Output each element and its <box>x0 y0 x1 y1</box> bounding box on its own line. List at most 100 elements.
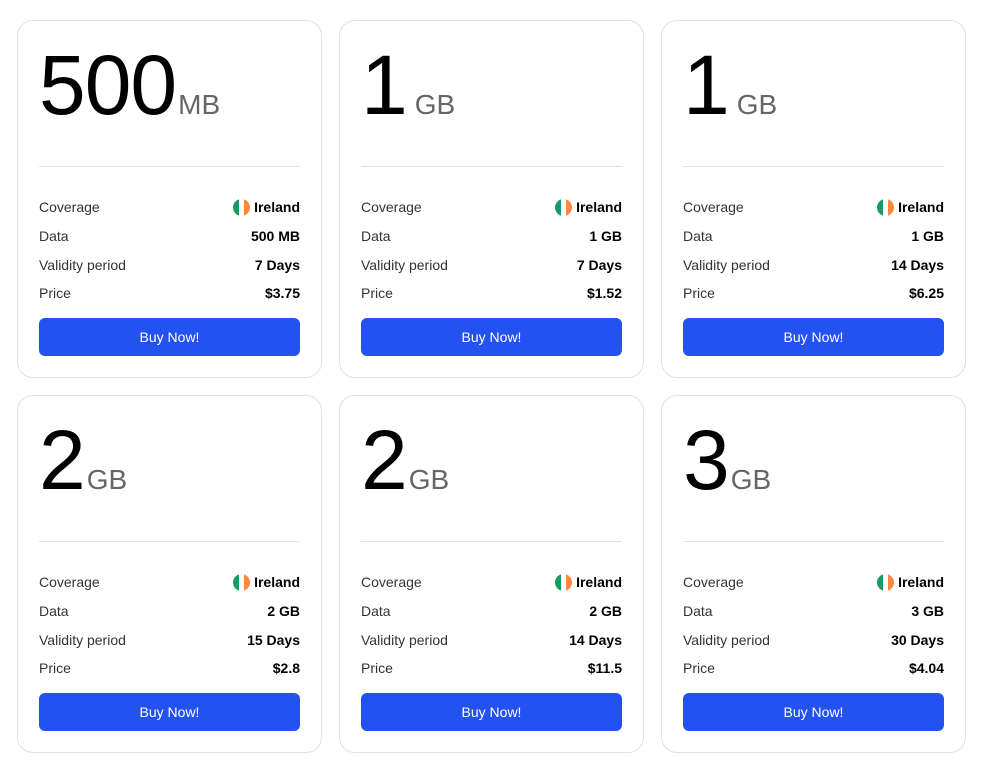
data-row: Data 2 GB <box>361 597 622 626</box>
buy-now-button[interactable]: Buy Now! <box>361 318 622 356</box>
data-label: Data <box>39 228 69 245</box>
amount-value: 2 <box>361 413 408 507</box>
plan-card: 2GB Coverage Ireland Data 2 GB Validity pe… <box>17 395 322 753</box>
coverage-value: Ireland <box>877 573 944 591</box>
price-label: Price <box>683 660 715 677</box>
coverage-country: Ireland <box>898 574 944 591</box>
coverage-label: Coverage <box>361 574 422 591</box>
coverage-value: Ireland <box>555 573 622 591</box>
price-value: $4.04 <box>908 660 944 677</box>
validity-label: Validity period <box>39 256 126 273</box>
price-value: $6.25 <box>908 285 944 302</box>
plan-details: Coverage Ireland Data 1 GB Validity period… <box>683 167 944 308</box>
plan-card: 3GB Coverage Ireland Data 3 GB Validity pe… <box>661 395 966 753</box>
plan-card: 500MB Coverage Ireland Data 500 MB Validit… <box>17 20 322 378</box>
plan-header: 2GB <box>361 396 622 542</box>
ireland-flag-icon <box>555 198 573 216</box>
price-row: Price $3.75 <box>39 279 300 308</box>
plan-details: Coverage Ireland Data 3 GB Validity period… <box>683 542 944 683</box>
amount-value: 3 <box>683 413 730 507</box>
plan-amount: 3GB <box>683 418 771 522</box>
price-label: Price <box>361 660 393 677</box>
validity-value: 7 Days <box>576 256 622 273</box>
plans-grid: 500MB Coverage Ireland Data 500 MB Validit… <box>0 0 989 753</box>
coverage-value: Ireland <box>877 198 944 216</box>
plan-header: 1 GB <box>683 21 944 167</box>
plan-header: 500MB <box>39 21 300 167</box>
price-value: $3.75 <box>264 285 300 302</box>
price-row: Price $2.8 <box>39 654 300 683</box>
ireland-flag-icon <box>877 573 895 591</box>
plan-details: Coverage Ireland Data 2 GB Validity period… <box>39 542 300 683</box>
coverage-label: Coverage <box>39 199 100 216</box>
data-row: Data 3 GB <box>683 597 944 626</box>
plan-card: 1 GB Coverage Ireland Data 1 GB Validity pe… <box>339 20 644 378</box>
price-row: Price $11.5 <box>361 654 622 683</box>
validity-label: Validity period <box>39 631 126 648</box>
plan-amount: 1 GB <box>683 43 777 147</box>
plan-amount: 2GB <box>39 418 127 522</box>
data-label: Data <box>683 228 713 245</box>
amount-value: 1 <box>683 38 730 132</box>
plan-card: 2GB Coverage Ireland Data 2 GB Validity pe… <box>339 395 644 753</box>
coverage-country: Ireland <box>254 199 300 216</box>
data-value: 2 GB <box>267 603 300 620</box>
coverage-country: Ireland <box>898 199 944 216</box>
data-row: Data 1 GB <box>683 222 944 251</box>
plan-amount: 500MB <box>39 43 220 147</box>
plan-header: 2GB <box>39 396 300 542</box>
validity-label: Validity period <box>683 256 770 273</box>
coverage-row: Coverage Ireland <box>683 568 944 597</box>
buy-now-button[interactable]: Buy Now! <box>39 693 300 731</box>
price-row: Price $1.52 <box>361 279 622 308</box>
amount-unit: GB <box>736 89 778 120</box>
plan-header: 1 GB <box>361 21 622 167</box>
coverage-label: Coverage <box>39 574 100 591</box>
data-row: Data 1 GB <box>361 222 622 251</box>
price-value: $11.5 <box>587 660 622 677</box>
buy-now-button[interactable]: Buy Now! <box>39 318 300 356</box>
coverage-value: Ireland <box>233 573 300 591</box>
amount-value: 1 <box>361 38 408 132</box>
price-row: Price $4.04 <box>683 654 944 683</box>
buy-now-button[interactable]: Buy Now! <box>683 318 944 356</box>
plan-amount: 1 GB <box>361 43 455 147</box>
data-label: Data <box>361 603 391 620</box>
validity-row: Validity period 7 Days <box>39 250 300 279</box>
plan-header: 3GB <box>683 396 944 542</box>
amount-value: 2 <box>39 413 86 507</box>
data-label: Data <box>39 603 69 620</box>
validity-value: 14 Days <box>891 256 944 273</box>
price-label: Price <box>39 660 71 677</box>
coverage-label: Coverage <box>683 199 744 216</box>
coverage-row: Coverage Ireland <box>39 568 300 597</box>
data-value: 2 GB <box>589 603 622 620</box>
data-row: Data 2 GB <box>39 597 300 626</box>
ireland-flag-icon <box>233 573 251 591</box>
validity-row: Validity period 30 Days <box>683 625 944 654</box>
price-label: Price <box>361 285 393 302</box>
validity-value: 15 Days <box>247 631 300 648</box>
amount-unit: GB <box>408 464 450 495</box>
buy-now-button[interactable]: Buy Now! <box>361 693 622 731</box>
validity-label: Validity period <box>361 631 448 648</box>
coverage-label: Coverage <box>683 574 744 591</box>
coverage-country: Ireland <box>576 574 622 591</box>
price-value: $2.8 <box>272 660 300 677</box>
data-value: 1 GB <box>589 228 622 245</box>
validity-row: Validity period 14 Days <box>683 250 944 279</box>
plan-amount: 2GB <box>361 418 449 522</box>
amount-value: 500 <box>39 38 177 132</box>
buy-now-button[interactable]: Buy Now! <box>683 693 944 731</box>
coverage-row: Coverage Ireland <box>683 193 944 222</box>
data-label: Data <box>361 228 391 245</box>
coverage-row: Coverage Ireland <box>39 193 300 222</box>
validity-value: 14 Days <box>569 631 622 648</box>
coverage-label: Coverage <box>361 199 422 216</box>
price-row: Price $6.25 <box>683 279 944 308</box>
data-value: 1 GB <box>911 228 944 245</box>
plan-details: Coverage Ireland Data 1 GB Validity period… <box>361 167 622 308</box>
validity-row: Validity period 14 Days <box>361 625 622 654</box>
validity-value: 30 Days <box>891 631 944 648</box>
validity-label: Validity period <box>683 631 770 648</box>
